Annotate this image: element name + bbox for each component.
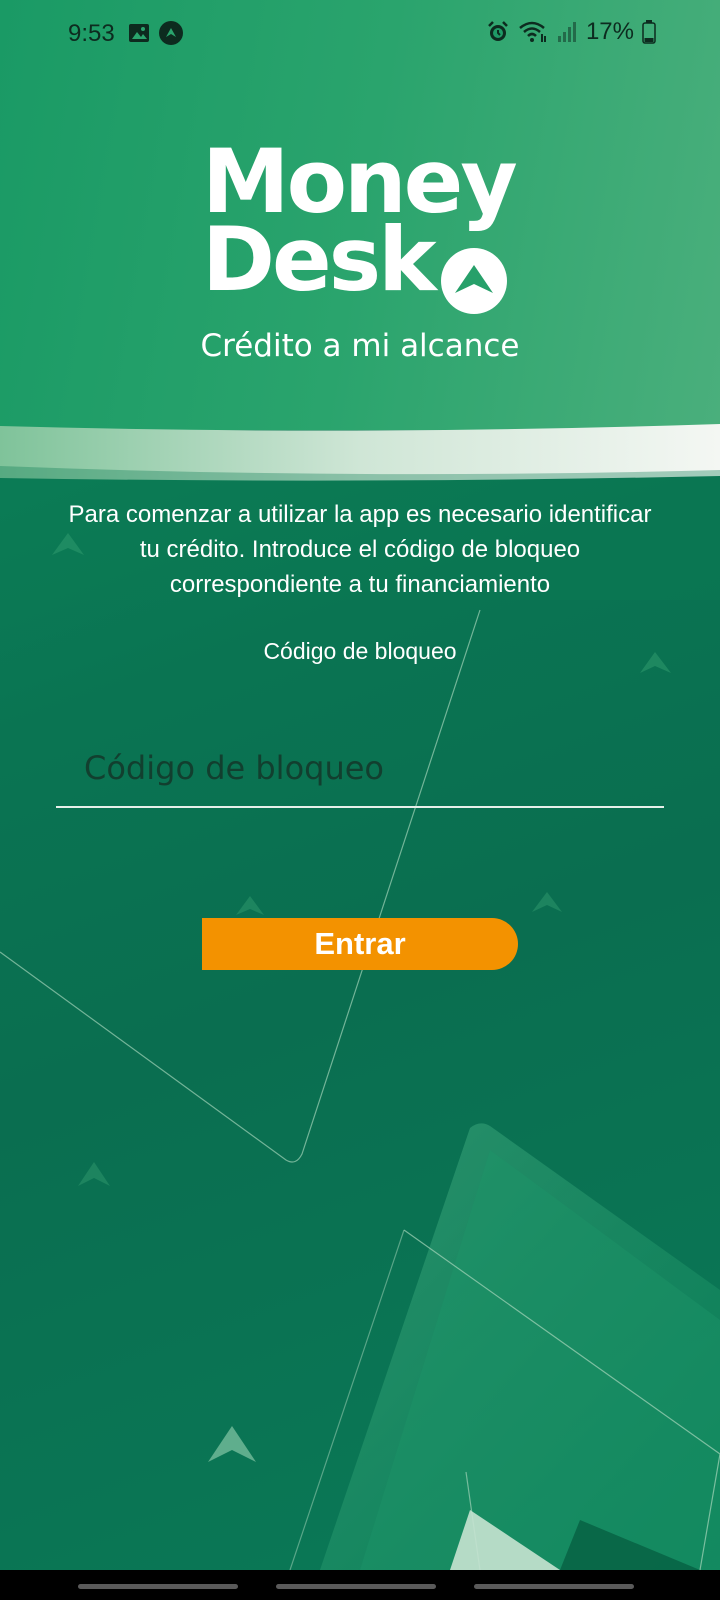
alarm-icon: [488, 21, 508, 41]
signal-icon: [557, 22, 576, 42]
logo-arrow-icon: [441, 248, 507, 314]
battery-percent: 17%: [585, 18, 634, 45]
app-notification-icon: [159, 21, 183, 45]
enter-button[interactable]: Entrar: [202, 918, 518, 970]
logo-desk: Desk: [202, 208, 437, 311]
battery-icon: [642, 20, 656, 44]
navigation-bar: [0, 1570, 720, 1600]
status-left-icons: [128, 20, 184, 46]
login-screen: 9:53 17% Money Desk Crédito a mi alcance…: [0, 0, 720, 1600]
nav-home[interactable]: [276, 1584, 436, 1589]
intro-text: Para comenzar a utilizar la app es neces…: [68, 501, 652, 598]
wifi-icon: [519, 21, 546, 42]
lock-code-input[interactable]: [56, 730, 664, 808]
tagline: Crédito a mi alcance: [200, 328, 520, 364]
nav-recent-apps[interactable]: [78, 1584, 238, 1589]
code-field-label: Código de bloqueo: [263, 638, 457, 664]
status-bar: 9:53 17%: [0, 0, 720, 64]
status-right-icons: 17%: [486, 18, 656, 46]
image-icon: [129, 24, 149, 42]
nav-back[interactable]: [474, 1584, 634, 1589]
status-time: 9:53: [68, 20, 115, 47]
